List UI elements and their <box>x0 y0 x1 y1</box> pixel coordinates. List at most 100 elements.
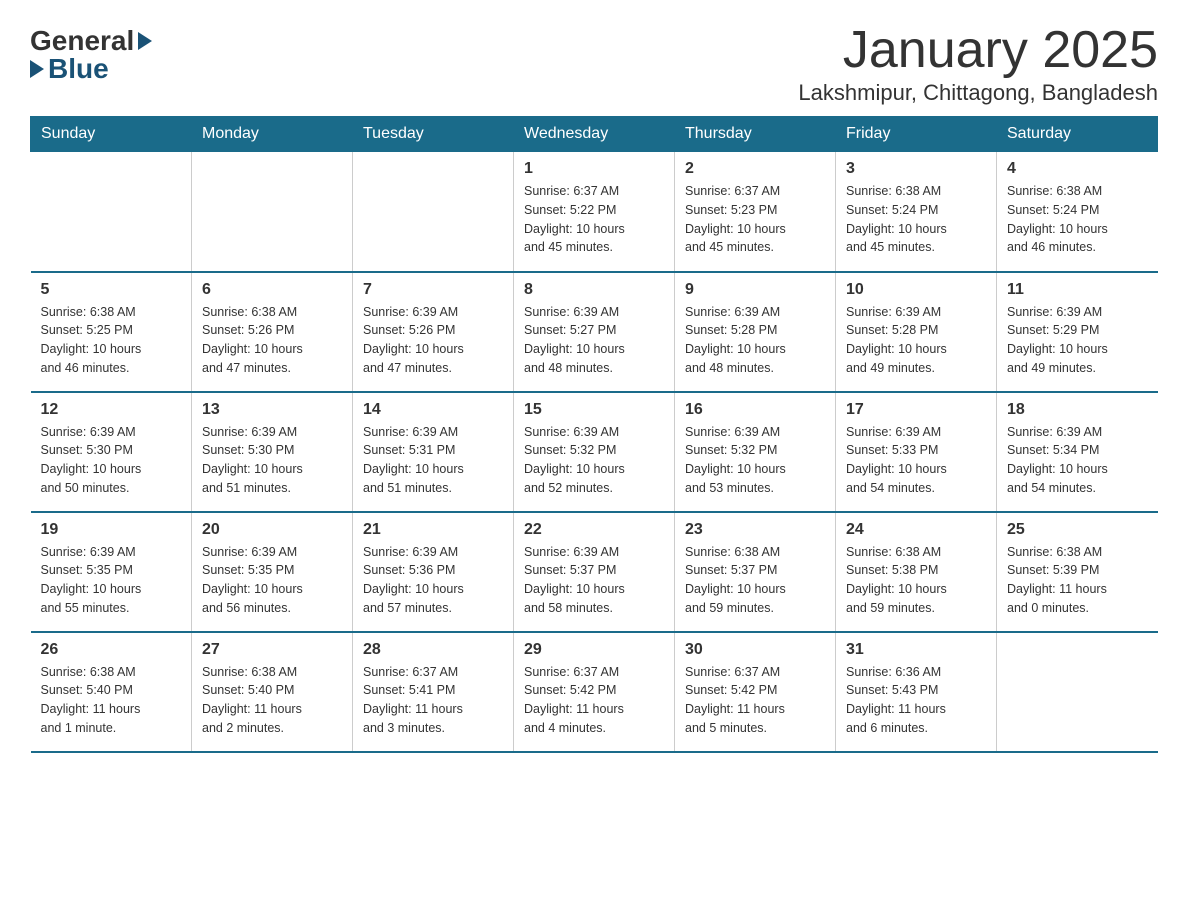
day-number: 16 <box>685 401 825 419</box>
calendar-cell: 13 Sunrise: 6:39 AM Sunset: 5:30 PM Dayli… <box>192 392 353 512</box>
day-number: 19 <box>41 521 182 539</box>
calendar-cell <box>353 152 514 272</box>
day-info: Sunrise: 6:38 AM Sunset: 5:37 PM Dayligh… <box>685 543 825 618</box>
calendar-cell: 15 Sunrise: 6:39 AM Sunset: 5:32 PM Dayli… <box>514 392 675 512</box>
day-number: 1 <box>524 160 664 178</box>
day-info: Sunrise: 6:37 AM Sunset: 5:23 PM Dayligh… <box>685 182 825 257</box>
calendar-cell <box>997 632 1158 752</box>
weekday-header-thursday: Thursday <box>675 117 836 152</box>
day-info: Sunrise: 6:39 AM Sunset: 5:28 PM Dayligh… <box>846 303 986 378</box>
day-info: Sunrise: 6:39 AM Sunset: 5:26 PM Dayligh… <box>363 303 503 378</box>
calendar-cell: 6Sunrise: 6:38 AM Sunset: 5:26 PM Daylig… <box>192 272 353 392</box>
calendar-cell: 28Sunrise: 6:37 AM Sunset: 5:41 PM Dayli… <box>353 632 514 752</box>
weekday-header-tuesday: Tuesday <box>353 117 514 152</box>
weekday-header-monday: Monday <box>192 117 353 152</box>
calendar-cell: 20Sunrise: 6:39 AM Sunset: 5:35 PM Dayli… <box>192 512 353 632</box>
calendar-cell: 10 Sunrise: 6:39 AM Sunset: 5:28 PM Dayli… <box>836 272 997 392</box>
calendar-week-row: 19 Sunrise: 6:39 AM Sunset: 5:35 PM Dayli… <box>31 512 1158 632</box>
page-header: General Blue January 2025 Lakshmipur, Ch… <box>30 20 1158 106</box>
day-number: 14 <box>363 401 503 419</box>
calendar-cell: 12 Sunrise: 6:39 AM Sunset: 5:30 PM Dayli… <box>31 392 192 512</box>
weekday-header-wednesday: Wednesday <box>514 117 675 152</box>
calendar-cell: 1 Sunrise: 6:37 AM Sunset: 5:22 PM Daylig… <box>514 152 675 272</box>
day-number: 17 <box>846 401 986 419</box>
day-number: 15 <box>524 401 664 419</box>
day-number: 23 <box>685 521 825 539</box>
calendar-cell <box>192 152 353 272</box>
day-number: 20 <box>202 521 342 539</box>
day-number: 21 <box>363 521 503 539</box>
calendar-week-row: 1 Sunrise: 6:37 AM Sunset: 5:22 PM Daylig… <box>31 152 1158 272</box>
calendar-week-row: 26 Sunrise: 6:38 AM Sunset: 5:40 PM Dayli… <box>31 632 1158 752</box>
day-number: 5 <box>41 281 182 299</box>
calendar-header-row: SundayMondayTuesdayWednesdayThursdayFrid… <box>31 117 1158 152</box>
day-info: Sunrise: 6:38 AM Sunset: 5:24 PM Dayligh… <box>846 182 986 257</box>
calendar-cell: 19 Sunrise: 6:39 AM Sunset: 5:35 PM Dayli… <box>31 512 192 632</box>
calendar-cell: 5Sunrise: 6:38 AM Sunset: 5:25 PM Daylig… <box>31 272 192 392</box>
day-number: 13 <box>202 401 342 419</box>
day-info: Sunrise: 6:38 AM Sunset: 5:39 PM Dayligh… <box>1007 543 1148 618</box>
calendar-cell: 7 Sunrise: 6:39 AM Sunset: 5:26 PM Daylig… <box>353 272 514 392</box>
calendar-cell: 3Sunrise: 6:38 AM Sunset: 5:24 PM Daylig… <box>836 152 997 272</box>
day-info: Sunrise: 6:36 AM Sunset: 5:43 PM Dayligh… <box>846 663 986 738</box>
day-number: 28 <box>363 641 503 659</box>
day-info: Sunrise: 6:39 AM Sunset: 5:30 PM Dayligh… <box>202 423 342 498</box>
day-info: Sunrise: 6:39 AM Sunset: 5:35 PM Dayligh… <box>41 543 182 618</box>
day-info: Sunrise: 6:39 AM Sunset: 5:32 PM Dayligh… <box>524 423 664 498</box>
calendar-cell: 8 Sunrise: 6:39 AM Sunset: 5:27 PM Daylig… <box>514 272 675 392</box>
day-number: 12 <box>41 401 182 419</box>
day-number: 11 <box>1007 281 1148 299</box>
day-info: Sunrise: 6:39 AM Sunset: 5:33 PM Dayligh… <box>846 423 986 498</box>
calendar-cell: 22Sunrise: 6:39 AM Sunset: 5:37 PM Dayli… <box>514 512 675 632</box>
calendar-cell: 16Sunrise: 6:39 AM Sunset: 5:32 PM Dayli… <box>675 392 836 512</box>
day-number: 31 <box>846 641 986 659</box>
calendar-cell: 2 Sunrise: 6:37 AM Sunset: 5:23 PM Daylig… <box>675 152 836 272</box>
weekday-header-friday: Friday <box>836 117 997 152</box>
calendar-cell: 21Sunrise: 6:39 AM Sunset: 5:36 PM Dayli… <box>353 512 514 632</box>
day-info: Sunrise: 6:38 AM Sunset: 5:38 PM Dayligh… <box>846 543 986 618</box>
calendar-cell: 14Sunrise: 6:39 AM Sunset: 5:31 PM Dayli… <box>353 392 514 512</box>
calendar-cell: 25 Sunrise: 6:38 AM Sunset: 5:39 PM Dayli… <box>997 512 1158 632</box>
day-info: Sunrise: 6:38 AM Sunset: 5:24 PM Dayligh… <box>1007 182 1148 257</box>
title-section: January 2025 Lakshmipur, Chittagong, Ban… <box>798 20 1158 106</box>
logo-blue-row: Blue <box>30 53 109 85</box>
day-number: 2 <box>685 160 825 178</box>
day-info: Sunrise: 6:39 AM Sunset: 5:34 PM Dayligh… <box>1007 423 1148 498</box>
calendar-cell: 11 Sunrise: 6:39 AM Sunset: 5:29 PM Dayli… <box>997 272 1158 392</box>
day-info: Sunrise: 6:38 AM Sunset: 5:40 PM Dayligh… <box>202 663 342 738</box>
day-info: Sunrise: 6:37 AM Sunset: 5:22 PM Dayligh… <box>524 182 664 257</box>
day-number: 8 <box>524 281 664 299</box>
day-number: 25 <box>1007 521 1148 539</box>
calendar-cell <box>31 152 192 272</box>
calendar-cell: 9 Sunrise: 6:39 AM Sunset: 5:28 PM Daylig… <box>675 272 836 392</box>
day-info: Sunrise: 6:39 AM Sunset: 5:30 PM Dayligh… <box>41 423 182 498</box>
day-number: 18 <box>1007 401 1148 419</box>
day-number: 29 <box>524 641 664 659</box>
calendar-cell: 30 Sunrise: 6:37 AM Sunset: 5:42 PM Dayli… <box>675 632 836 752</box>
day-number: 26 <box>41 641 182 659</box>
day-info: Sunrise: 6:37 AM Sunset: 5:42 PM Dayligh… <box>524 663 664 738</box>
day-info: Sunrise: 6:37 AM Sunset: 5:42 PM Dayligh… <box>685 663 825 738</box>
day-info: Sunrise: 6:39 AM Sunset: 5:27 PM Dayligh… <box>524 303 664 378</box>
calendar-cell: 18 Sunrise: 6:39 AM Sunset: 5:34 PM Dayli… <box>997 392 1158 512</box>
calendar-table: SundayMondayTuesdayWednesdayThursdayFrid… <box>30 116 1158 753</box>
calendar-week-row: 12 Sunrise: 6:39 AM Sunset: 5:30 PM Dayli… <box>31 392 1158 512</box>
calendar-cell: 26 Sunrise: 6:38 AM Sunset: 5:40 PM Dayli… <box>31 632 192 752</box>
logo-triangle-icon <box>138 32 152 50</box>
weekday-header-saturday: Saturday <box>997 117 1158 152</box>
calendar-week-row: 5Sunrise: 6:38 AM Sunset: 5:25 PM Daylig… <box>31 272 1158 392</box>
weekday-header-sunday: Sunday <box>31 117 192 152</box>
day-info: Sunrise: 6:39 AM Sunset: 5:28 PM Dayligh… <box>685 303 825 378</box>
calendar-cell: 31 Sunrise: 6:36 AM Sunset: 5:43 PM Dayli… <box>836 632 997 752</box>
day-info: Sunrise: 6:38 AM Sunset: 5:40 PM Dayligh… <box>41 663 182 738</box>
day-number: 30 <box>685 641 825 659</box>
day-number: 7 <box>363 281 503 299</box>
calendar-cell: 29 Sunrise: 6:37 AM Sunset: 5:42 PM Dayli… <box>514 632 675 752</box>
day-number: 27 <box>202 641 342 659</box>
day-number: 9 <box>685 281 825 299</box>
day-info: Sunrise: 6:39 AM Sunset: 5:29 PM Dayligh… <box>1007 303 1148 378</box>
month-title: January 2025 <box>798 20 1158 80</box>
day-number: 10 <box>846 281 986 299</box>
day-info: Sunrise: 6:39 AM Sunset: 5:37 PM Dayligh… <box>524 543 664 618</box>
location-text: Lakshmipur, Chittagong, Bangladesh <box>798 80 1158 106</box>
